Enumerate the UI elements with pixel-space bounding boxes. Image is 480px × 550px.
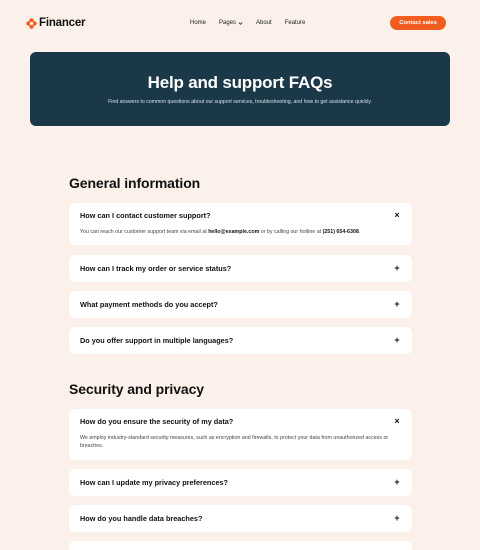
faq-question-row[interactable]: What payment methods do you accept? + — [80, 291, 401, 318]
section-title-security: Security and privacy — [69, 381, 204, 397]
faq-question-row[interactable]: Do you offer support in multiple languag… — [80, 327, 401, 354]
support-email[interactable]: hello@example.com — [208, 229, 259, 235]
section-title-general: General information — [69, 175, 201, 191]
plus-icon[interactable]: + — [393, 264, 401, 273]
faq-item-payment-methods[interactable]: What payment methods do you accept? + — [69, 291, 412, 318]
chevron-down-icon — [238, 21, 243, 25]
faq-item-track-order[interactable]: How can I track my order or service stat… — [69, 255, 412, 282]
close-icon[interactable]: × — [393, 417, 401, 426]
plus-icon[interactable]: + — [393, 514, 401, 523]
nav-item-about[interactable]: About — [256, 20, 272, 26]
faq-question: What payment methods do you accept? — [80, 300, 218, 309]
faq-answer: We employ industry-standard security mea… — [80, 435, 389, 450]
flower-logo-icon — [26, 17, 37, 29]
nav-item-pages-label: Pages — [219, 20, 237, 26]
faq-answer: You can reach our customer support team … — [80, 228, 401, 236]
brand-logo[interactable]: Financer — [26, 17, 176, 29]
faq-question: How can I update my privacy preferences? — [80, 478, 229, 487]
nav-item-feature[interactable]: Feature — [285, 20, 306, 26]
top-navbar: Financer Home Pages About Feature Contac… — [26, 13, 454, 33]
faq-question: How can I contact customer support? — [80, 211, 211, 220]
brand-name: Financer — [39, 17, 86, 29]
support-phone[interactable]: (251) 654-6308 — [323, 229, 359, 235]
faq-item-data-breaches[interactable]: How do you handle data breaches? + — [69, 505, 412, 532]
faq-question: How can I track my order or service stat… — [80, 264, 232, 273]
faq-answer-text: You can reach our customer support team … — [80, 229, 209, 235]
faq-question-row[interactable]: How do you handle data breaches? + — [80, 505, 401, 532]
nav-item-home[interactable]: Home — [190, 20, 206, 26]
faq-question: How do you handle data breaches? — [80, 514, 203, 523]
faq-item-languages[interactable]: Do you offer support in multiple languag… — [69, 327, 412, 354]
nav-item-pages[interactable]: Pages — [219, 20, 243, 26]
faq-item-contact-support: How can I contact customer support? × Yo… — [69, 203, 412, 245]
plus-icon[interactable]: + — [393, 300, 401, 309]
page-title: Help and support FAQs — [147, 73, 333, 92]
faq-answer-text: or by calling our hotline at — [259, 229, 323, 235]
plus-icon[interactable]: + — [393, 336, 401, 345]
faq-question: Do you offer support in multiple languag… — [80, 336, 234, 345]
main-menu: Home Pages About Feature — [190, 20, 318, 26]
page-subtitle: Find answers to common questions about o… — [108, 99, 372, 105]
faq-item-partial[interactable] — [69, 541, 412, 550]
faq-question: How do you ensure the security of my dat… — [80, 417, 234, 426]
faq-item-data-security: How do you ensure the security of my dat… — [69, 409, 412, 460]
close-icon[interactable]: × — [393, 211, 401, 220]
faq-question-row[interactable]: How do you ensure the security of my dat… — [80, 409, 401, 434]
faq-question-row[interactable]: How can I contact customer support? × — [80, 203, 401, 228]
faq-question-row[interactable]: How can I track my order or service stat… — [80, 255, 401, 282]
faq-question-row[interactable]: How can I update my privacy preferences?… — [80, 469, 401, 496]
hero-banner: Help and support FAQs Find answers to co… — [30, 52, 450, 126]
plus-icon[interactable]: + — [393, 478, 401, 487]
contact-sales-button[interactable]: Contact sales — [390, 16, 446, 30]
faq-item-privacy-preferences[interactable]: How can I update my privacy preferences?… — [69, 469, 412, 496]
faq-answer-text: . — [358, 229, 361, 235]
